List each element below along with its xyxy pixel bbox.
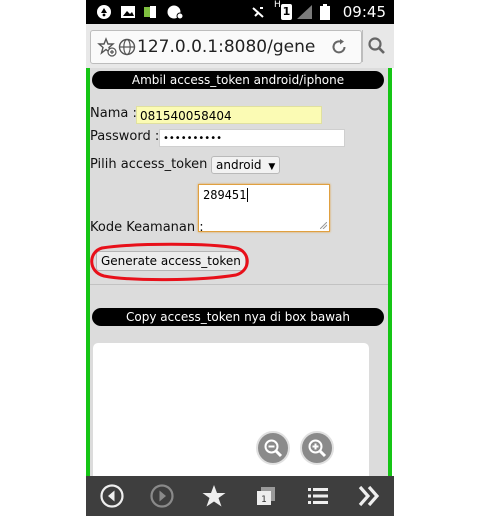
pilih-label: Pilih access_token : [90, 157, 216, 172]
access-token-select[interactable]: android ▼ [211, 156, 281, 174]
notification-icon [97, 5, 111, 19]
sim-number: 1 [282, 5, 291, 18]
sim-icon: 1 [281, 4, 292, 20]
status-bar: H 1 09:45 [86, 0, 394, 24]
battery-icon [320, 4, 330, 20]
copy-header: Copy access_token nya di box bawah [92, 308, 384, 326]
password-label: Password : [90, 129, 160, 144]
form-panel: Ambil access_token android/iphone Nama :… [90, 68, 388, 483]
search-button[interactable] [362, 30, 391, 62]
kode-keamanan-textarea[interactable]: 289451 [198, 184, 330, 232]
form-header: Ambil access_token android/iphone [92, 71, 384, 89]
web-content: Ambil access_token android/iphone Nama :… [86, 68, 394, 483]
red-highlight-circle [90, 242, 249, 282]
section-divider [90, 284, 388, 285]
forward-icon[interactable] [149, 483, 175, 509]
browser-toolbar: 127.0.0.1:8080/gene [86, 24, 394, 69]
nama-input[interactable]: 081540058404 [136, 106, 322, 124]
kode-label: Kode Keamanan : [90, 220, 204, 235]
tabs-icon[interactable]: 1 [253, 483, 279, 509]
back-icon[interactable] [99, 483, 125, 509]
mute-icon [252, 7, 264, 18]
more-icon[interactable] [356, 483, 382, 509]
resize-handle-icon[interactable] [320, 222, 327, 229]
svg-text:1: 1 [261, 495, 267, 505]
access-token-output[interactable] [93, 343, 369, 483]
star-icon[interactable] [201, 483, 227, 509]
signal-type: H [274, 0, 281, 10]
globe-icon [118, 38, 136, 56]
dropdown-arrow-icon: ▼ [268, 162, 276, 172]
phone-screen: H 1 09:45 127.0.0.1:8080/gene Ambil acce… [86, 0, 394, 516]
nama-label: Nama : [90, 106, 137, 121]
zoom-out-icon [264, 439, 283, 458]
select-value: android [216, 158, 262, 172]
right-border [388, 68, 392, 476]
app-icon [144, 6, 156, 18]
search-icon [368, 37, 385, 54]
bookmark-add-icon[interactable] [97, 37, 117, 57]
zoom-in-button[interactable] [300, 431, 334, 465]
url-field[interactable]: 127.0.0.1:8080/gene [90, 30, 362, 64]
password-input[interactable]: •••••••••• [159, 129, 345, 147]
status-time: 09:45 [342, 3, 386, 21]
bottom-toolbar: 1 [86, 476, 394, 516]
image-icon [121, 6, 135, 18]
signal-icon [297, 5, 312, 19]
chat-icon [167, 5, 184, 20]
zoom-in-icon [308, 439, 327, 458]
menu-icon[interactable] [305, 483, 331, 509]
text-cursor [247, 188, 249, 202]
zoom-out-button[interactable] [256, 431, 290, 465]
kode-value: 289451 [203, 188, 247, 202]
reload-icon[interactable] [329, 37, 349, 57]
url-text: 127.0.0.1:8080/gene [137, 37, 316, 57]
